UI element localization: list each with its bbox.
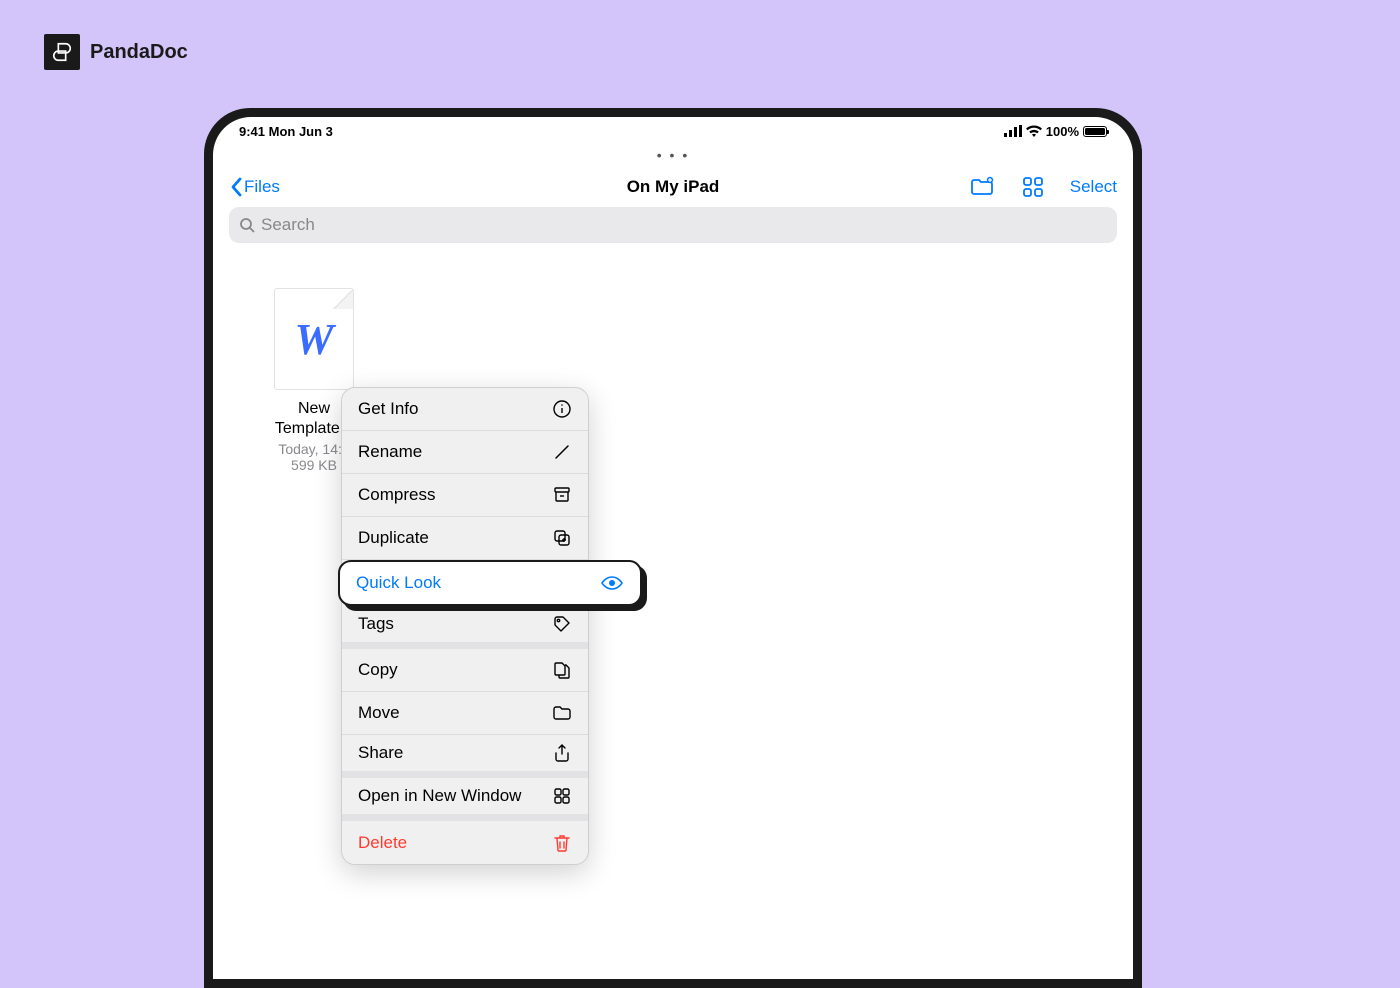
menu-label: Copy <box>358 660 398 680</box>
pandadoc-name: PandaDoc <box>90 41 188 64</box>
menu-delete[interactable]: Delete <box>342 821 588 864</box>
menu-rename[interactable]: Rename <box>342 431 588 474</box>
device-side-button <box>1141 238 1142 298</box>
menu-copy[interactable]: Copy <box>342 649 588 692</box>
ipad-device-frame: 9:41 Mon Jun 3 100% • • • Files On My iP… <box>204 108 1142 988</box>
copy-icon <box>552 660 572 680</box>
tag-icon <box>552 614 572 634</box>
battery-icon <box>1083 126 1107 137</box>
chevron-left-icon <box>229 177 243 197</box>
back-button[interactable]: Files <box>229 177 280 197</box>
menu-label: Open in New Window <box>358 786 521 806</box>
duplicate-icon <box>552 528 572 548</box>
menu-duplicate[interactable]: Duplicate <box>342 517 588 560</box>
menu-quick-look[interactable]: Quick Look <box>338 560 642 606</box>
new-folder-button[interactable] <box>970 176 996 198</box>
menu-label: Share <box>358 743 403 763</box>
status-bar: 9:41 Mon Jun 3 100% <box>213 117 1133 141</box>
share-icon <box>552 743 572 763</box>
pencil-icon <box>552 442 572 462</box>
status-time-date: 9:41 Mon Jun 3 <box>239 124 333 139</box>
device-side-button <box>1141 108 1142 164</box>
trash-icon <box>552 833 572 853</box>
ipad-screen: 9:41 Mon Jun 3 100% • • • Files On My iP… <box>213 117 1133 979</box>
cellular-icon <box>1004 125 1022 137</box>
view-options-button[interactable] <box>1022 176 1044 198</box>
search-input[interactable]: Search <box>229 207 1117 243</box>
menu-label: Quick Look <box>356 573 441 593</box>
search-icon <box>239 217 255 233</box>
menu-open-new-window[interactable]: Open in New Window <box>342 778 588 821</box>
menu-label: Delete <box>358 833 407 853</box>
menu-share[interactable]: Share <box>342 735 588 778</box>
context-menu: Get Info Rename Compress Duplicate Quick… <box>341 387 589 865</box>
wifi-icon <box>1026 125 1042 137</box>
eye-icon <box>600 573 624 593</box>
back-label: Files <box>244 177 280 197</box>
menu-label: Move <box>358 703 400 723</box>
menu-label: Tags <box>358 614 394 634</box>
menu-label: Get Info <box>358 399 418 419</box>
drag-handle-icon[interactable]: • • • <box>223 141 1123 169</box>
archive-icon <box>552 485 572 505</box>
file-type-letter: W <box>294 314 333 365</box>
menu-label: Rename <box>358 442 422 462</box>
menu-label: Compress <box>358 485 435 505</box>
status-right: 100% <box>1004 124 1107 139</box>
search-placeholder: Search <box>261 215 315 235</box>
nav-bar: Files On My iPad Select <box>223 169 1123 205</box>
menu-compress[interactable]: Compress <box>342 474 588 517</box>
menu-get-info[interactable]: Get Info <box>342 388 588 431</box>
menu-move[interactable]: Move <box>342 692 588 735</box>
pandadoc-logo-icon <box>44 34 80 70</box>
menu-label: Duplicate <box>358 528 429 548</box>
pandadoc-brand: PandaDoc <box>44 34 188 70</box>
folder-plus-icon <box>970 176 996 198</box>
select-button[interactable]: Select <box>1070 177 1117 197</box>
page-title: On My iPad <box>627 177 720 197</box>
grid-icon <box>1022 176 1044 198</box>
folder-icon <box>552 703 572 723</box>
file-thumbnail-icon: W <box>275 289 353 389</box>
menu-tags[interactable]: Tags <box>342 606 588 649</box>
info-icon <box>552 399 572 419</box>
battery-percent: 100% <box>1046 124 1079 139</box>
grid-icon <box>552 786 572 806</box>
